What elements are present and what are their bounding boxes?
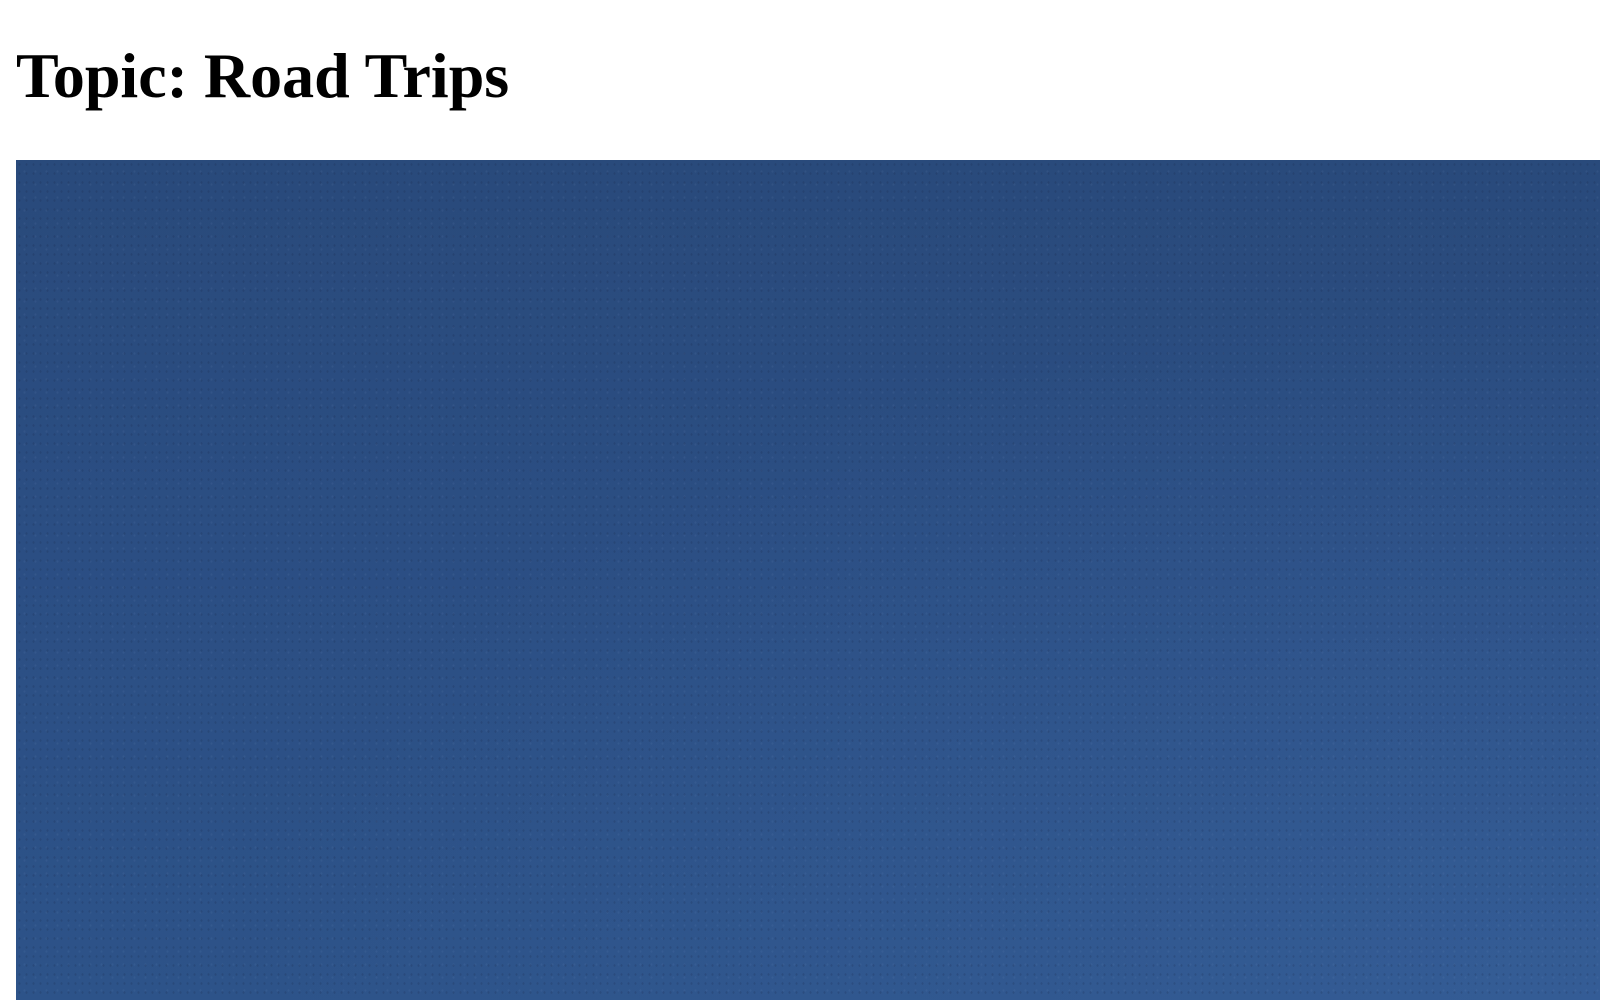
hero-image (16, 160, 1600, 1000)
page-title: Topic: Road Trips (16, 40, 510, 111)
